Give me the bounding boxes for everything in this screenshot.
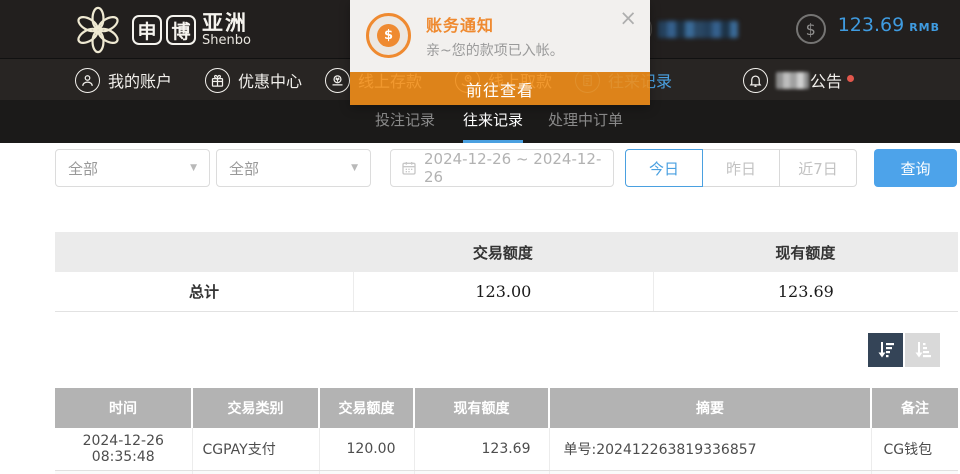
page: 申 博 亚洲 Shenbo $ 123.69 RMB 我的账户 — [0, 0, 960, 474]
censored-username — [658, 21, 738, 38]
summary-total-label: 总计 — [55, 281, 353, 302]
records-header-row: 时间 交易类别 交易额度 现有额度 摘要 备注 — [55, 388, 958, 428]
today-button[interactable]: 今日 — [625, 149, 703, 187]
select-value: 全部 — [229, 158, 259, 179]
table-row-partial — [55, 470, 958, 474]
record-summary: 单号:202412263819336857 — [549, 428, 871, 470]
tab-pending-orders[interactable]: 处理中订单 — [548, 100, 623, 143]
col-summary: 摘要 — [549, 388, 871, 428]
notification-message: 亲~您的款项已入帐。 — [426, 40, 564, 60]
nav-label: 优惠中心 — [238, 68, 302, 92]
yesterday-button[interactable]: 昨日 — [702, 149, 780, 187]
deposit-icon — [325, 68, 350, 93]
user-icon — [75, 68, 100, 93]
sort-descending-button[interactable] — [868, 333, 903, 367]
logo-subtitle: Shenbo — [202, 34, 251, 48]
filter-row: 全部 ▼ 全部 ▼ 2024-12-26 ~ 2024-12-26 今日 昨日 … — [55, 149, 957, 187]
nav-item-announcements[interactable]: 公告 — [743, 59, 842, 101]
search-button[interactable]: 查询 — [874, 149, 957, 187]
type-select[interactable]: 全部 ▼ — [216, 149, 371, 187]
gift-icon — [205, 68, 230, 93]
col-type: 交易类别 — [192, 388, 319, 428]
quick-date-group: 今日 昨日 近7日 — [625, 149, 857, 187]
summary-table: 交易额度 现有额度 总计 123.00 123.69 — [55, 232, 958, 312]
col-time: 时间 — [55, 388, 192, 428]
balance-amount: 123.69 — [838, 14, 904, 36]
logo-char-box: 博 — [166, 15, 196, 45]
brand-logo[interactable]: 申 博 亚洲 Shenbo — [72, 4, 251, 56]
table-row: 2024-12-26 08:35:48 CGPAY支付 120.00 123.6… — [55, 428, 958, 470]
records-table: 时间 交易类别 交易额度 现有额度 摘要 备注 2024-12-26 08:35… — [55, 388, 958, 474]
logo-char-box: 申 — [132, 15, 162, 45]
summary-col-current: 现有额度 — [653, 242, 958, 263]
nav-label: 我的账户 — [108, 68, 172, 92]
record-time: 2024-12-26 08:35:48 — [55, 428, 192, 470]
record-type: CGPAY支付 — [192, 428, 319, 470]
summary-total-row: 总计 123.00 123.69 — [55, 272, 958, 312]
select-value: 全部 — [68, 158, 98, 179]
record-tabs: 投注记录 往来记录 处理中订单 — [0, 100, 960, 143]
notification-title: 账务通知 — [426, 12, 494, 36]
nav-item-promotions[interactable]: 优惠中心 — [205, 59, 302, 101]
date-range-value: 2024-12-26 ~ 2024-12-26 — [424, 150, 613, 186]
censored-nav-text — [776, 72, 809, 89]
sort-ascending-button[interactable] — [905, 333, 940, 367]
col-note: 备注 — [871, 388, 958, 428]
category-select[interactable]: 全部 ▼ — [55, 149, 210, 187]
summary-header-row: 交易额度 现有额度 — [55, 232, 958, 272]
record-balance: 123.69 — [414, 428, 549, 470]
col-balance: 现有额度 — [414, 388, 549, 428]
notification-popup: $ 账务通知 亲~您的款项已入帐。 × 前往查看 — [350, 0, 650, 105]
date-range-input[interactable]: 2024-12-26 ~ 2024-12-26 — [390, 149, 614, 187]
go-view-button[interactable]: 前往查看 — [350, 72, 650, 105]
record-note: CG钱包 — [871, 428, 958, 470]
balance-currency: RMB — [909, 21, 940, 34]
chevron-down-icon: ▼ — [190, 163, 197, 173]
user-area: $ 123.69 RMB — [618, 0, 940, 58]
col-amount: 交易额度 — [319, 388, 414, 428]
bell-icon — [743, 68, 768, 93]
nav-item-my-account[interactable]: 我的账户 — [75, 59, 172, 101]
summary-current-amount: 123.69 — [653, 272, 958, 311]
sort-bar — [868, 333, 940, 367]
record-amount: 120.00 — [319, 428, 414, 470]
calendar-icon — [401, 160, 417, 176]
summary-transaction-amount: 123.00 — [353, 272, 653, 311]
unread-dot — [847, 75, 854, 82]
tab-transaction-records[interactable]: 往来记录 — [463, 100, 523, 143]
close-icon[interactable]: × — [619, 8, 637, 29]
tab-bet-records[interactable]: 投注记录 — [375, 100, 435, 143]
money-bubble-icon: $ — [366, 13, 411, 58]
last7days-button[interactable]: 近7日 — [779, 149, 857, 187]
summary-col-transaction: 交易额度 — [353, 242, 653, 263]
logo-region-text: 亚洲 — [202, 12, 251, 34]
sort-desc-icon — [876, 340, 896, 360]
sort-asc-icon — [913, 340, 933, 360]
chevron-down-icon: ▼ — [351, 163, 358, 173]
flower-logo-icon — [72, 4, 124, 56]
dollar-circle-icon: $ — [796, 14, 826, 44]
nav-label: 公告 — [810, 68, 842, 92]
balance-display[interactable]: $ 123.69 RMB — [796, 14, 940, 44]
